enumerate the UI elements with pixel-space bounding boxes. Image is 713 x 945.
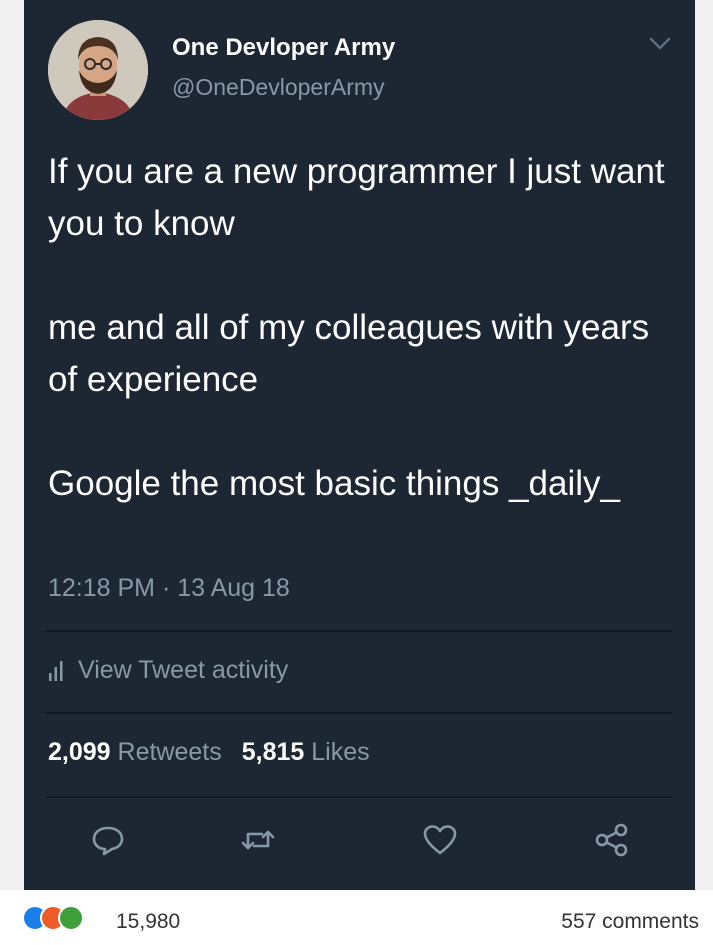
tweet-paragraph: If you are a new programmer I just want … — [48, 152, 665, 243]
bar-chart-icon — [49, 660, 63, 681]
author-handle[interactable]: @OneDevloperArmy — [172, 74, 385, 101]
retweet-icon[interactable] — [240, 822, 276, 858]
likes-label: Likes — [311, 738, 370, 766]
likes-count: 5,815 — [241, 738, 305, 766]
comments-count[interactable]: 557 comments — [561, 910, 699, 934]
screenshot-frame: One Devloper Army @OneDevloperArmy If yo… — [0, 0, 713, 945]
engagement-stats: 2,099 Retweets 5,815 Likes — [48, 738, 370, 767]
tweet-paragraph: me and all of my colleagues with years o… — [48, 308, 650, 399]
activity-label: View Tweet activity — [78, 656, 289, 684]
retweets-stat[interactable]: 2,099 Retweets — [48, 738, 222, 766]
heart-icon[interactable] — [422, 822, 458, 858]
tweet-timestamp[interactable]: 12:18 PM · 13 Aug 18 — [48, 574, 290, 603]
chevron-down-icon[interactable] — [648, 34, 672, 54]
divider — [46, 630, 672, 632]
divider — [46, 796, 672, 798]
divider — [46, 712, 672, 714]
tweet-paragraph: Google the most basic things _daily_ — [48, 464, 620, 503]
likes-stat[interactable]: 5,815 Likes — [242, 738, 370, 766]
author-avatar[interactable] — [48, 20, 148, 120]
tweet-text: If you are a new programmer I just want … — [48, 146, 678, 510]
share-icon[interactable] — [594, 822, 630, 858]
view-tweet-activity-link[interactable]: View Tweet activity — [48, 656, 288, 685]
award-reaction-icon — [58, 905, 84, 931]
reaction-count[interactable]: 15,980 — [116, 910, 180, 934]
reaction-icons[interactable] — [22, 905, 84, 931]
avatar-portrait-icon — [48, 20, 148, 120]
retweets-count: 2,099 — [48, 738, 111, 766]
tweet-card: One Devloper Army @OneDevloperArmy If yo… — [24, 0, 695, 890]
reply-icon[interactable] — [90, 822, 126, 858]
author-name[interactable]: One Devloper Army — [172, 34, 395, 62]
post-footer: 15,980 557 comments — [0, 890, 713, 945]
retweets-label: Retweets — [117, 738, 222, 766]
